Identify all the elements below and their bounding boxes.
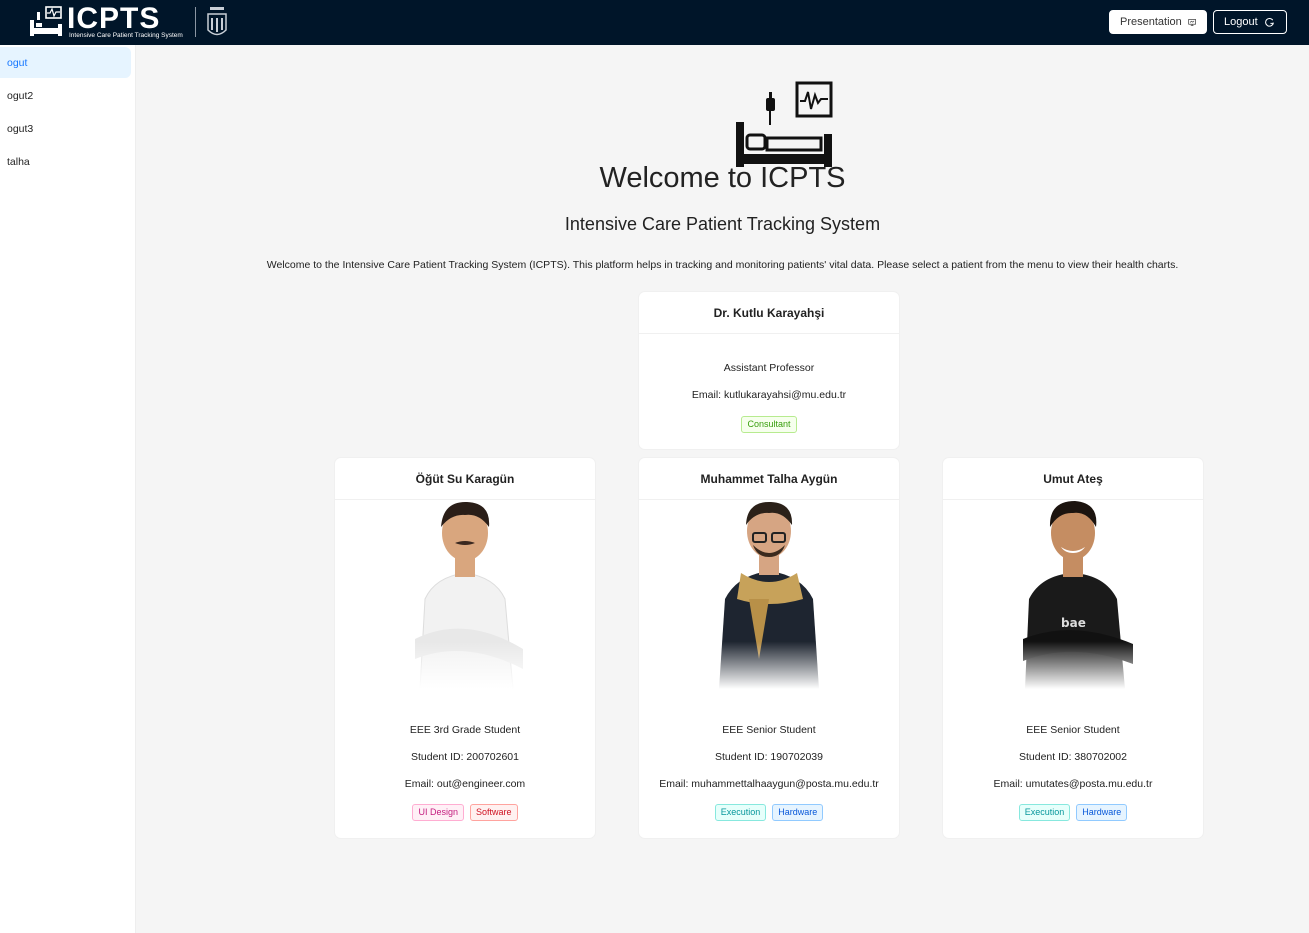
member-photo — [375, 499, 555, 689]
sidebar-item-ogut2[interactable]: ogut2 — [0, 80, 131, 111]
tag-ui-design: UI Design — [412, 804, 464, 821]
card-email: Email: out@engineer.com — [404, 778, 526, 790]
sidebar-item-label: ogut — [7, 56, 28, 69]
presentation-button[interactable]: Presentation — [1109, 10, 1207, 34]
page-subtitle: Intensive Care Patient Tracking System — [564, 214, 881, 234]
tag-software: Software — [469, 804, 518, 821]
patient-sidebar: ogut ogut2 ogut3 talha — [0, 45, 136, 933]
sidebar-item-label: ogut2 — [7, 89, 34, 102]
consultant-tag: Consultant — [741, 416, 797, 433]
presentation-icon — [1188, 18, 1196, 26]
card-email: Email: umutates@posta.mu.edu.tr — [993, 778, 1153, 790]
icu-bed-monitor-icon — [736, 81, 833, 167]
team-card: Muhammet Talha Aygün EEE Senior Student … — [639, 458, 899, 838]
card-email: Email: muhammettalhaaygun@posta.mu.edu.t… — [659, 778, 879, 790]
sidebar-item-ogut3[interactable]: ogut3 — [0, 113, 131, 144]
member-photo — [679, 499, 859, 689]
card-student-id: Student ID: 380702002 — [1018, 751, 1127, 763]
logo-subtitle: Intensive Care Patient Tracking System — [69, 31, 183, 39]
top-header: ICPTS Intensive Care Patient Tracking Sy… — [0, 0, 1309, 45]
sidebar-item-label: talha — [7, 155, 30, 168]
card-role: Assistant Professor — [723, 362, 815, 374]
presentation-label: Presentation — [1120, 16, 1182, 28]
tag-hardware: Hardware — [1076, 804, 1128, 821]
team-card: Öğüt Su Karagün EEE 3rd Grade Student St… — [335, 458, 595, 838]
intro-text: Welcome to the Intensive Care Patient Tr… — [266, 259, 1179, 271]
card-student-id: Student ID: 200702601 — [410, 751, 519, 763]
logout-label: Logout — [1224, 16, 1258, 28]
card-student-id: Student ID: 190702039 — [714, 751, 823, 763]
logo-wordmark: ICPTS — [67, 1, 161, 35]
logout-icon — [1264, 17, 1274, 27]
card-title: Umut Ateş — [943, 458, 1203, 500]
tag-hardware: Hardware — [772, 804, 824, 821]
card-role: EEE Senior Student — [1026, 724, 1120, 736]
sidebar-item-talha[interactable]: talha — [0, 146, 131, 177]
university-seal-icon — [207, 7, 227, 36]
page-title: Welcome to ICPTS — [599, 162, 846, 194]
sidebar-item-ogut[interactable]: ogut — [0, 47, 131, 78]
tag-execution: Execution — [714, 804, 767, 821]
tag-execution: Execution — [1018, 804, 1071, 821]
logout-button[interactable]: Logout — [1213, 10, 1287, 34]
member-photo: bae — [983, 499, 1163, 689]
card-title: Öğüt Su Karagün — [335, 458, 595, 500]
card-title: Muhammet Talha Aygün — [639, 458, 899, 500]
app-logo[interactable]: ICPTS Intensive Care Patient Tracking Sy… — [28, 1, 228, 40]
consultant-card: Dr. Kutlu Karayahşi Assistant Professor … — [639, 292, 899, 449]
logo-divider — [194, 7, 196, 37]
icu-bed-logo-icon — [30, 6, 62, 36]
card-role: EEE 3rd Grade Student — [409, 724, 521, 736]
sidebar-item-label: ogut3 — [7, 122, 34, 135]
card-email: Email: kutlukarayahsi@mu.edu.tr — [691, 389, 847, 401]
card-role: EEE Senior Student — [722, 724, 816, 736]
team-card: Umut Ateş bae EEE Senior Student Student… — [943, 458, 1203, 838]
card-title: Dr. Kutlu Karayahşi — [639, 292, 899, 334]
